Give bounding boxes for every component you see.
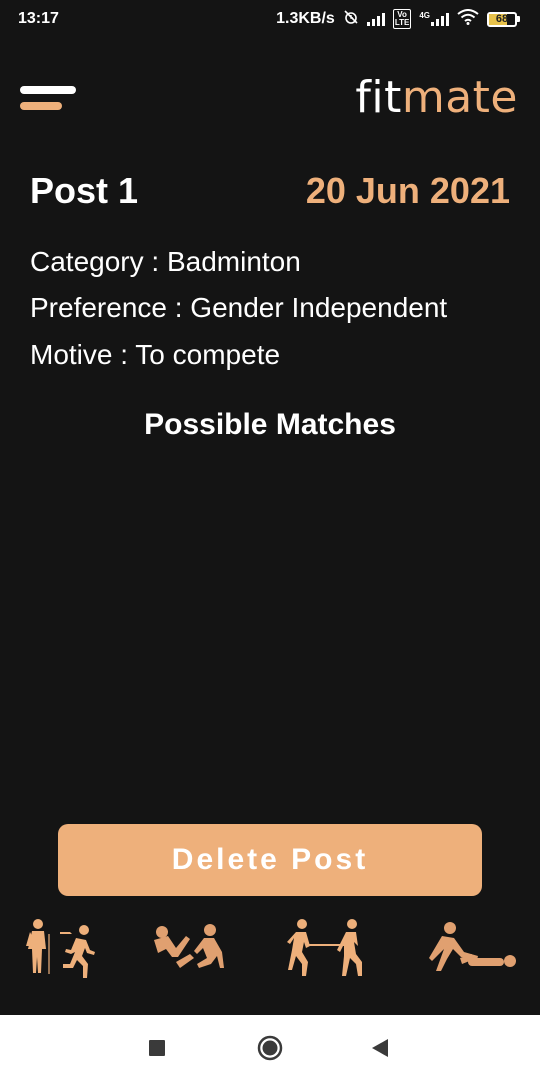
- tug-of-war-icon: [284, 916, 372, 983]
- post-preference: Preference : Gender Independent: [30, 292, 448, 323]
- sprint-race-icon: [24, 916, 98, 985]
- alarm-off-icon: [343, 9, 359, 30]
- signal-1-icon: [366, 12, 385, 26]
- network-speed: 1.3KB/s: [276, 10, 335, 27]
- post-date: 20 Jun 2021: [305, 170, 510, 211]
- possible-matches-heading: Possible Matches: [144, 408, 396, 441]
- post-motive: Motive : To compete: [30, 339, 281, 370]
- menu-icon[interactable]: [20, 84, 76, 114]
- sit-up-partner-icon: [150, 916, 230, 981]
- volte-icon: Vo LTE: [392, 9, 412, 29]
- system-nav-bar: [0, 1015, 540, 1080]
- signal-4g-icon: 4G: [419, 12, 449, 26]
- app-logo: fitmate: [355, 72, 518, 123]
- logo-text-mate: mate: [401, 72, 518, 123]
- home-circle-icon[interactable]: [257, 1035, 283, 1061]
- post-title: Post 1: [30, 170, 139, 211]
- back-triangle-icon[interactable]: [370, 1038, 390, 1058]
- battery-icon: 68: [487, 11, 520, 27]
- post-category: Category : Badminton: [30, 246, 301, 277]
- battery-level: 68: [495, 12, 509, 25]
- wifi-icon: [457, 8, 479, 30]
- logo-text-fit: fit: [355, 72, 402, 123]
- stretching-partner-icon: [424, 916, 516, 977]
- status-icons: 1.3KB/s Vo LTE 4G 68: [276, 8, 520, 30]
- status-time: 13:17: [18, 10, 59, 27]
- delete-post-button[interactable]: Delete Post: [58, 824, 482, 896]
- recents-square-icon[interactable]: [148, 1039, 166, 1057]
- status-bar: 13:17 1.3KB/s Vo LTE 4G 68: [0, 0, 540, 38]
